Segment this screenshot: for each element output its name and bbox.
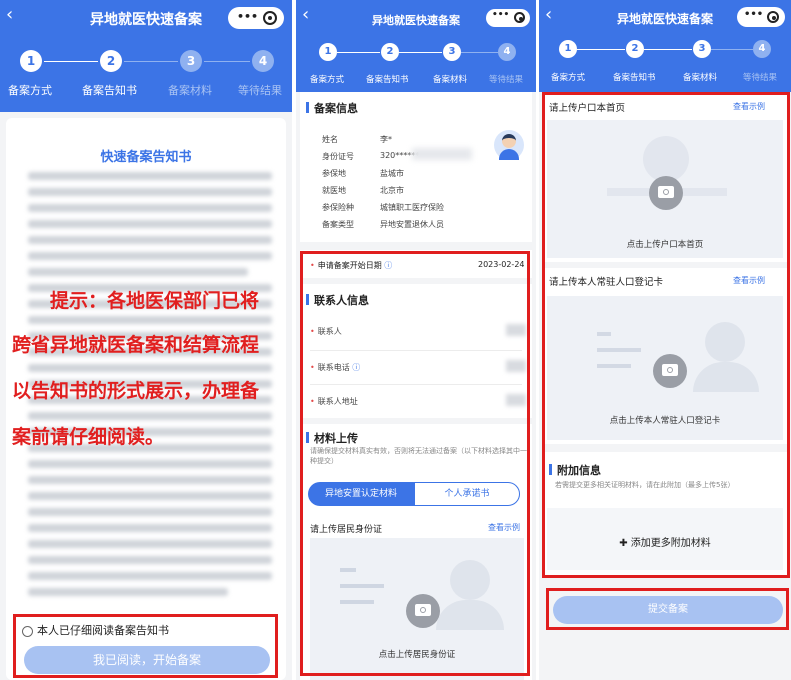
annotation-box (300, 251, 530, 676)
filing-info-card: 备案信息 姓名 李* 身份证号 320****** 参保地 盐城市 就医地 北京… (300, 92, 532, 242)
close-circle-icon[interactable] (514, 12, 525, 23)
step-1-circle: 1 (559, 40, 577, 58)
info-value: 异地安置退休人员 (380, 220, 444, 229)
step-1-circle: 1 (20, 50, 42, 72)
info-value: 李* (380, 135, 392, 144)
step-connector (461, 52, 498, 53)
step-connector (204, 61, 250, 62)
screen-notice: ‹ 异地就医快速备案 ••• 1 2 3 4 备案方式 备案告知书 备案材料 等… (0, 0, 292, 680)
step-2-label: 备案告知书 (366, 75, 409, 85)
more-icon[interactable]: ••• (237, 10, 258, 23)
filing-info-title: 备案信息 (306, 100, 358, 116)
step-connector (577, 49, 625, 50)
step-4-label: 等待结果 (489, 75, 524, 85)
step-4-circle: 4 (753, 40, 771, 58)
annotation-box (542, 92, 790, 578)
step-2-label: 备案告知书 (613, 73, 656, 83)
mini-program-capsule[interactable]: ••• (228, 7, 284, 29)
step-2-circle: 2 (381, 43, 399, 61)
screen-filing-info: ‹ 异地就医快速备案 ••• 1 2 3 4 备案方式 备案告知书 备案材料 等… (296, 0, 536, 680)
step-1-label: 备案方式 (551, 73, 586, 83)
radio-icon[interactable] (22, 625, 33, 637)
header: ‹ 异地就医快速备案 ••• 1 2 3 4 备案方式 备案告知书 备案材料 等… (0, 0, 292, 112)
step-1-circle: 1 (319, 43, 337, 61)
screen-materials: ‹ 异地就医快速备案 ••• 1 2 3 4 备案方式 备案告知书 备案材料 等… (539, 0, 791, 680)
start-filing-button[interactable]: 我已阅读，开始备案 (24, 646, 270, 674)
step-4-label: 等待结果 (743, 73, 778, 83)
step-3-circle: 3 (180, 50, 202, 72)
step-4-circle: 4 (498, 43, 516, 61)
step-2-circle: 2 (100, 50, 122, 72)
step-1-label: 备案方式 (8, 84, 52, 97)
mini-program-capsule[interactable]: ••• (737, 7, 785, 27)
info-label: 备案类型 (322, 220, 354, 229)
step-3-circle: 3 (693, 40, 711, 58)
page: ‹ 异地就医快速备案 ••• 1 2 3 4 备案方式 备案告知书 备案材料 等… (0, 0, 791, 680)
info-value: 北京市 (380, 186, 404, 195)
info-label: 参保地 (322, 169, 346, 178)
more-icon[interactable]: ••• (744, 9, 763, 20)
info-label: 参保险种 (322, 203, 354, 212)
step-connector (399, 52, 442, 53)
step-3-label: 备案材料 (168, 84, 212, 97)
step-4-circle: 4 (252, 50, 274, 72)
step-connector (44, 61, 98, 62)
stepper: 1 2 3 4 备案方式 备案告知书 备案材料 等待结果 (0, 36, 292, 98)
step-3-circle: 3 (443, 43, 461, 61)
info-value: 城镇职工医疗保险 (380, 203, 444, 212)
step-2-label: 备案告知书 (82, 84, 137, 97)
close-circle-icon[interactable] (263, 11, 277, 25)
more-icon[interactable]: ••• (492, 10, 509, 20)
step-connector (644, 49, 692, 50)
step-connector (337, 52, 380, 53)
step-3-label: 备案材料 (433, 75, 468, 85)
avatar (494, 130, 524, 160)
step-4-label: 等待结果 (238, 84, 282, 97)
step-connector (124, 61, 178, 62)
step-connector (711, 49, 753, 50)
annotation-line-3: 以告知书的形式展示，办理备 (12, 380, 260, 402)
header: ‹ 异地就医快速备案 ••• 1 2 3 4 备案方式 备案告知书 备案材料 等… (539, 0, 791, 92)
info-label: 姓名 (322, 135, 338, 144)
info-value: 盐城市 (380, 169, 404, 178)
submit-filing-button[interactable]: 提交备案 (553, 596, 783, 624)
annotation-line-2: 跨省异地就医备案和结算流程 (12, 334, 260, 356)
read-confirm-label: 本人已仔细阅读备案告知书 (37, 624, 169, 637)
mini-program-capsule[interactable]: ••• (486, 9, 530, 27)
header: ‹ 异地就医快速备案 ••• 1 2 3 4 备案方式 备案告知书 备案材料 等… (296, 0, 536, 92)
info-label: 就医地 (322, 186, 346, 195)
step-3-label: 备案材料 (683, 73, 718, 83)
step-2-circle: 2 (626, 40, 644, 58)
annotation-line-1: 提示：各地医保部门已将 (50, 290, 260, 312)
notice-card-title: 快速备案告知书 (100, 150, 192, 165)
stepper: 1 2 3 4 备案方式 备案告知书 备案材料 等待结果 (539, 36, 791, 92)
stepper: 1 2 3 4 备案方式 备案告知书 备案材料 等待结果 (296, 36, 536, 92)
close-circle-icon[interactable] (767, 11, 779, 23)
annotation-line-4: 案前请仔细阅读。 (12, 426, 165, 448)
read-confirm-checkbox[interactable]: 本人已仔细阅读备案告知书 (22, 622, 169, 638)
step-1-label: 备案方式 (310, 75, 345, 85)
info-label: 身份证号 (322, 152, 354, 161)
